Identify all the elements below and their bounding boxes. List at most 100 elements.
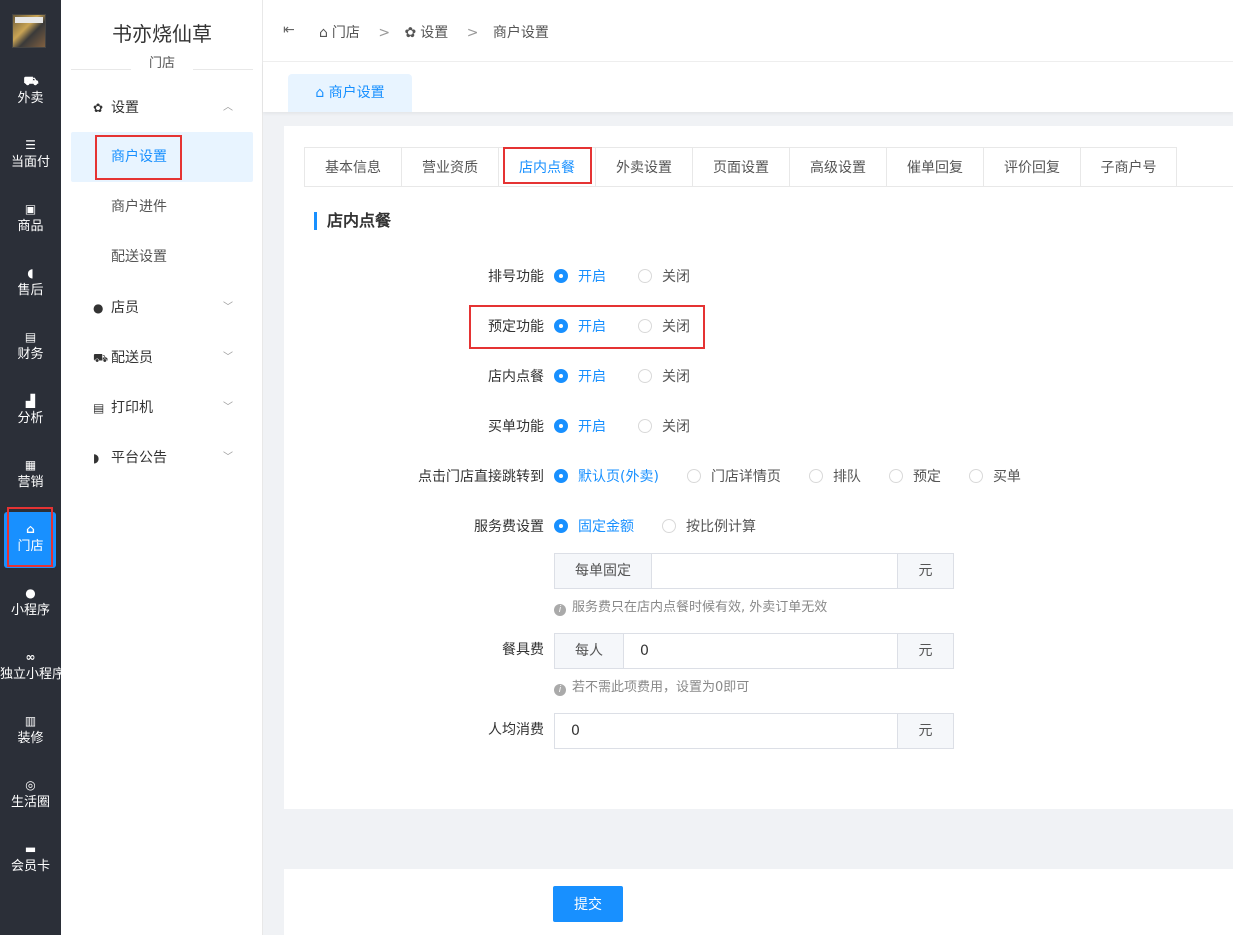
- tab-5[interactable]: 高级设置: [789, 147, 886, 187]
- sidebar-group-courier[interactable]: ⛟ 配送员 ﹀: [71, 333, 253, 383]
- info-icon: i: [554, 684, 566, 696]
- tab-7[interactable]: 评价回复: [983, 147, 1080, 187]
- radio-circle[interactable]: [554, 419, 568, 433]
- service-fee-prefix: 每单固定: [555, 554, 652, 588]
- dine_in-option-0[interactable]: 开启: [554, 367, 606, 387]
- dine_in-option-1[interactable]: 关闭: [638, 367, 690, 387]
- nav-item-label: 小程序: [10, 603, 50, 618]
- radio-circle[interactable]: [686, 469, 701, 483]
- users-icon: ●: [93, 301, 104, 315]
- sidebar-group-staff[interactable]: ● 店员 ﹀: [71, 283, 253, 333]
- jump-option-3[interactable]: 预定: [888, 467, 941, 487]
- nav-item-11[interactable]: ◎ 生活圈: [0, 768, 61, 824]
- radio-circle[interactable]: [808, 469, 823, 483]
- breadcrumb-settings[interactable]: 设置: [420, 22, 448, 42]
- nav-item-9[interactable]: ∞ 独立小程序: [0, 640, 61, 696]
- collapse-sidebar-icon[interactable]: ⇤: [283, 22, 295, 38]
- radio-circle[interactable]: [638, 319, 652, 333]
- nav-item-4[interactable]: ▤ 财务: [0, 320, 61, 376]
- sidebar-item-merchant-settings[interactable]: 商户设置: [71, 132, 253, 182]
- nav-item-6[interactable]: ▦ 营销: [0, 448, 61, 504]
- radio-circle[interactable]: [554, 319, 568, 333]
- radio-circle[interactable]: [554, 519, 568, 533]
- footer-bar: 提交: [284, 869, 1233, 935]
- gear-icon: ✿: [93, 101, 104, 115]
- sidebar-group-printer[interactable]: ▤ 打印机 ﹀: [71, 383, 253, 433]
- radio-circle[interactable]: [638, 269, 652, 283]
- nav-item-7[interactable]: ⌂ 门店: [0, 512, 61, 568]
- nav-item-3[interactable]: ◖ 售后: [0, 256, 61, 312]
- tab-6[interactable]: 催单回复: [886, 147, 983, 187]
- radio-circle[interactable]: [968, 469, 983, 483]
- submit-button[interactable]: 提交: [553, 886, 623, 922]
- queue-option-0[interactable]: 开启: [554, 267, 606, 287]
- pay-radio-group: 开启 关闭: [554, 417, 722, 437]
- radio-circle[interactable]: [554, 369, 568, 383]
- jump-option-4[interactable]: 买单: [968, 467, 1021, 487]
- radio-circle[interactable]: [554, 269, 568, 283]
- shop-logo[interactable]: [12, 14, 46, 48]
- breadcrumb-current: 商户设置: [492, 25, 549, 41]
- nav-item-0[interactable]: ⛟ 外卖: [0, 64, 61, 120]
- tab-1[interactable]: 营业资质: [401, 147, 498, 187]
- sidebar-item-merchant-onboarding[interactable]: 商户进件: [71, 182, 253, 232]
- reserve-radio-group: 开启 关闭: [554, 317, 722, 337]
- tableware-input[interactable]: 0: [640, 634, 649, 668]
- breadcrumb-store[interactable]: 门店: [332, 22, 360, 42]
- nav-item-8[interactable]: ● 小程序: [0, 576, 61, 632]
- chevron-up-icon: ︿: [223, 102, 233, 113]
- service-fee-hint: i 服务费只在店内点餐时候有效, 外卖订单无效: [554, 596, 827, 616]
- avg-input[interactable]: 0: [571, 714, 580, 748]
- radio-circle[interactable]: [638, 369, 652, 383]
- reserve-option-1[interactable]: 关闭: [638, 317, 690, 337]
- nav-item-label: 售后: [17, 283, 44, 298]
- service_fee-option-0[interactable]: 固定金额: [554, 517, 634, 537]
- jump-option-0[interactable]: 默认页(外卖): [554, 467, 659, 487]
- tab-3[interactable]: 外卖设置: [595, 147, 692, 187]
- avg-label: 人均消费: [488, 722, 544, 738]
- tab-0[interactable]: 基本信息: [304, 147, 401, 187]
- nav-item-label: 门店: [17, 539, 44, 554]
- nav-item-1[interactable]: ☰ 当面付: [0, 128, 61, 184]
- list-icon: ☰: [25, 138, 36, 152]
- reserve-option-0[interactable]: 开启: [554, 317, 606, 337]
- chevron-down-icon: ﹀: [223, 352, 233, 363]
- avg-suffix: 元: [897, 714, 953, 748]
- service-fee-input-group: 每单固定 元: [554, 553, 954, 589]
- secondary-sidebar: 书亦烧仙草 门店 ✿ 设置 ︿ 商户设置 商户进件 配送设置 ● 店员 ﹀ ⛟ …: [61, 0, 263, 935]
- top-header: ⇤ ⌂ 门店 > ✿ 设置 > 商户设置: [263, 0, 1233, 62]
- radio-circle[interactable]: [638, 419, 652, 433]
- nav-item-5[interactable]: ▟ 分析: [0, 384, 61, 440]
- radio-circle[interactable]: [662, 519, 676, 533]
- tableware-suffix: 元: [897, 634, 953, 668]
- radio-circle[interactable]: [554, 469, 568, 483]
- sidebar-group-settings[interactable]: ✿ 设置 ︿: [71, 83, 253, 133]
- service_fee-radio-group: 固定金额 按比例计算: [554, 517, 784, 537]
- tab-4[interactable]: 页面设置: [692, 147, 789, 187]
- sidebar-item-delivery-settings[interactable]: 配送设置: [71, 232, 253, 282]
- service_fee-option-1[interactable]: 按比例计算: [662, 517, 756, 537]
- section-title: 店内点餐: [314, 212, 391, 230]
- nav-item-12[interactable]: ▬ 会员卡: [0, 832, 61, 888]
- nav-item-label: 装修: [17, 731, 44, 746]
- jump-option-1[interactable]: 门店详情页: [686, 467, 781, 487]
- jump-option-2[interactable]: 排队: [808, 467, 861, 487]
- shop-subtitle: 门店: [71, 52, 253, 71]
- nav-item-label: 外卖: [17, 91, 44, 106]
- tab-2[interactable]: 店内点餐: [498, 147, 595, 187]
- gift-icon: ▦: [24, 458, 37, 472]
- gear-icon: ✿: [404, 25, 417, 41]
- dine_in-label: 店内点餐: [488, 369, 544, 385]
- radio-circle[interactable]: [888, 469, 903, 483]
- sidebar-group-notice[interactable]: ◗ 平台公告 ﹀: [71, 433, 253, 483]
- tab-8[interactable]: 子商户号: [1080, 147, 1177, 187]
- queue-option-1[interactable]: 关闭: [638, 267, 690, 287]
- page-tab-merchant-settings[interactable]: ⌂ 商户设置: [288, 74, 412, 112]
- nav-item-10[interactable]: ▥ 装修: [0, 704, 61, 760]
- pay-option-0[interactable]: 开启: [554, 417, 606, 437]
- settings-card: 基本信息 营业资质 店内点餐 外卖设置 页面设置 高级设置 催单回复 评价回复 子商户号 店内点…: [284, 126, 1233, 809]
- delivery-icon: ⛟: [93, 351, 109, 365]
- nav-item-2[interactable]: ▣ 商品: [0, 192, 61, 248]
- pay-option-1[interactable]: 关闭: [638, 417, 690, 437]
- circle-icon: ◎: [25, 778, 36, 792]
